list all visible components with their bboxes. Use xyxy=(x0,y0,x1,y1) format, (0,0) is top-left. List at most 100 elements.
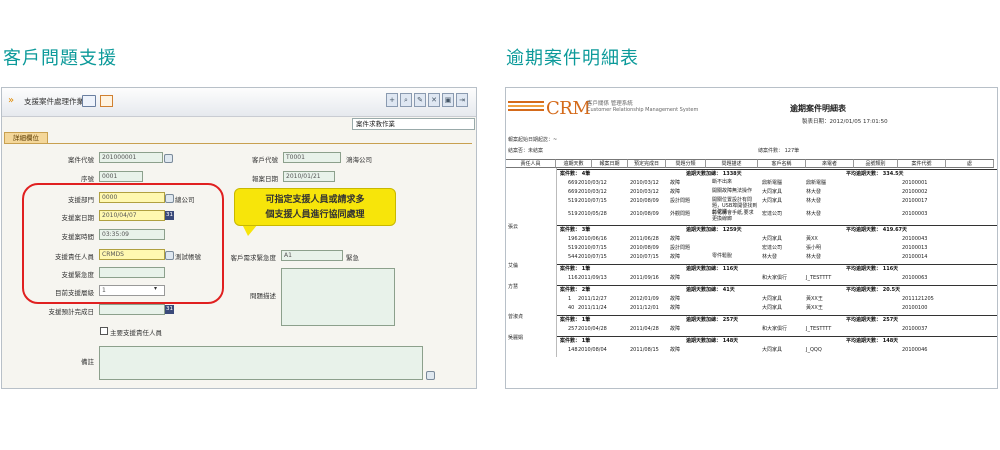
tab-divider xyxy=(4,143,472,144)
table-cell: 2010/06/16 xyxy=(578,236,607,242)
case-no-field[interactable]: 201000001 xyxy=(99,152,163,163)
table-cell: 鼎新電腦 xyxy=(806,180,827,186)
column-header: 預定完成日 xyxy=(628,159,666,168)
table-cell: 2011/06/28 xyxy=(630,236,659,242)
group-summary-row: 案件數： 1筆 逾期天數加總： 116天 平均逾期天數： 116天 xyxy=(556,264,997,274)
table-cell: 2011/11/24 xyxy=(578,305,607,311)
summary-text: 逾期天數加總： 1338天 xyxy=(686,171,742,177)
table-cell: 故障 xyxy=(670,236,681,242)
table-cell: 張小明 xyxy=(806,245,822,251)
table-cell: 2011/09/13 xyxy=(578,275,607,281)
table-cell: 2010/08/09 xyxy=(630,198,659,204)
summary-text: 逾期天數加總： 257天 xyxy=(686,317,739,323)
column-divider xyxy=(556,168,557,357)
highlight-box xyxy=(22,183,224,304)
table-cell: 20100003 xyxy=(902,211,928,217)
calendar-icon-2[interactable]: 31 xyxy=(165,305,174,314)
summary-text: 逾期天數加總： 41天 xyxy=(686,287,735,293)
table-cell: 設計問題 xyxy=(670,198,691,204)
table-cell: 2010/03/12 xyxy=(630,180,659,186)
summary-text: 平均逾期天數： 419.67天 xyxy=(846,227,908,233)
est-finish-field[interactable] xyxy=(99,304,165,315)
table-cell: 2011/12/01 xyxy=(630,305,659,311)
note-textarea[interactable] xyxy=(99,346,423,380)
table-cell: 2010/03/12 xyxy=(578,180,607,186)
table-cell: 2010/07/15 xyxy=(578,254,607,260)
overdue-report-screenshot: CRM 客戶關係 管理系統 Customer Relationship Mana… xyxy=(505,87,998,389)
serial-label: 序號 xyxy=(81,175,94,183)
table-cell: 黃XX王 xyxy=(806,305,823,311)
home-icon[interactable] xyxy=(100,95,113,107)
table-cell: 257 xyxy=(568,326,578,332)
crm-logo: CRM xyxy=(546,98,591,119)
summary-text: 平均逾期天數： 257天 xyxy=(846,317,899,323)
summary-text: 逾期天數加總： 1259天 xyxy=(686,227,742,233)
table-cell: 大同家具 xyxy=(762,305,783,311)
table-cell: 519 xyxy=(568,245,578,251)
table-cell: 大同家具 xyxy=(762,198,783,204)
link-icon-2[interactable] xyxy=(426,371,435,380)
callout-line-1: 可指定支援人員或請求多 xyxy=(265,195,365,205)
column-header: 問題分類 xyxy=(666,159,706,168)
table-cell: 外觀問題 xyxy=(670,211,691,217)
customer-name: 鴻海公司 xyxy=(346,156,372,164)
window-titlebar: » 支援案件處理作業 + ⌕ ✎ ✕ ▣ ⇥ xyxy=(2,88,476,117)
double-chevron-icon: » xyxy=(8,95,15,106)
delete-icon[interactable]: ✕ xyxy=(428,93,440,107)
table-cell: 2011/09/16 xyxy=(630,275,659,281)
summary-text: 平均逾期天數： 148天 xyxy=(846,338,899,344)
table-cell: 2011/12/27 xyxy=(578,296,607,302)
table-cell: 2010/05/28 xyxy=(578,211,607,217)
book-icon[interactable] xyxy=(82,95,96,107)
summary-text: 平均逾期天數： 334.5天 xyxy=(846,171,904,177)
table-cell: 40 xyxy=(568,305,575,311)
table-cell: 2011/08/15 xyxy=(630,347,659,353)
link-icon[interactable] xyxy=(164,154,173,163)
table-cell: 519 xyxy=(568,211,578,217)
table-cell: 20100043 xyxy=(902,236,928,242)
table-cell: 2010/07/15 xyxy=(578,245,607,251)
group-summary-row: 案件數： 2筆 逾期天數加總： 41天 平均逾期天數： 20.5天 xyxy=(556,285,997,295)
exit-icon[interactable]: ⇥ xyxy=(456,93,468,107)
support-case-screenshot: » 支援案件處理作業 + ⌕ ✎ ✕ ▣ ⇥ 案件求救作業 詳細欄位 案件代號 … xyxy=(1,87,477,389)
table-cell: 2010/07/15 xyxy=(578,198,607,204)
section-heading-overdue-report: 逾期案件明細表 xyxy=(506,48,639,69)
customer-code-label: 客戶代號 xyxy=(252,156,278,164)
table-cell: 和大家俱行 xyxy=(762,275,788,281)
column-header: 客戶名稱 xyxy=(758,159,806,168)
edit-icon[interactable]: ✎ xyxy=(414,93,426,107)
column-header: 問題描述 xyxy=(706,159,758,168)
callout-bubble: 可指定支援人員或請求多 個支援人員進行協同處理 xyxy=(234,188,396,226)
add-icon[interactable]: + xyxy=(386,93,398,107)
report-date-label: 報案日期 xyxy=(252,175,278,183)
table-cell: 20100013 xyxy=(902,245,928,251)
search-icon[interactable]: ⌕ xyxy=(400,93,412,107)
column-header: 品號類別 xyxy=(854,159,898,168)
table-cell: 2010/03/12 xyxy=(578,189,607,195)
serial-field[interactable]: 0001 xyxy=(99,171,143,182)
main-person-checkbox[interactable] xyxy=(100,327,108,335)
section-heading-support: 客戶問題支援 xyxy=(3,48,117,69)
table-cell: 故障 xyxy=(670,305,681,311)
issue-desc-textarea[interactable] xyxy=(281,268,395,326)
table-cell: 黃XX xyxy=(806,236,818,242)
summary-text: 平均逾期天數： 116天 xyxy=(846,266,899,272)
save-icon[interactable]: ▣ xyxy=(442,93,454,107)
report-date-field[interactable]: 2010/01/21 xyxy=(283,171,335,182)
table-cell: 大同家具 xyxy=(762,347,783,353)
responsible-person: 艾倫 xyxy=(508,263,519,269)
customer-code-field[interactable]: T0001 xyxy=(283,152,341,163)
responsible-person: 張云 xyxy=(508,224,519,230)
table-cell: 669 xyxy=(568,180,578,186)
table-cell: 大同家具 xyxy=(762,189,783,195)
table-cell: 開關故障無法操作 xyxy=(712,188,753,194)
column-header: 責任人員 xyxy=(506,159,556,168)
window-title: 支援案件處理作業 xyxy=(24,97,84,106)
table-cell: 196 xyxy=(568,236,578,242)
customer-urgency-field[interactable]: A1 xyxy=(281,250,343,261)
table-cell: 116 xyxy=(568,275,578,281)
table-cell: J_TESTTTT xyxy=(806,326,832,332)
table-cell: 20100014 xyxy=(902,254,928,260)
note-label: 備註 xyxy=(81,358,94,366)
table-cell: 鼎新電腦 xyxy=(762,180,783,186)
